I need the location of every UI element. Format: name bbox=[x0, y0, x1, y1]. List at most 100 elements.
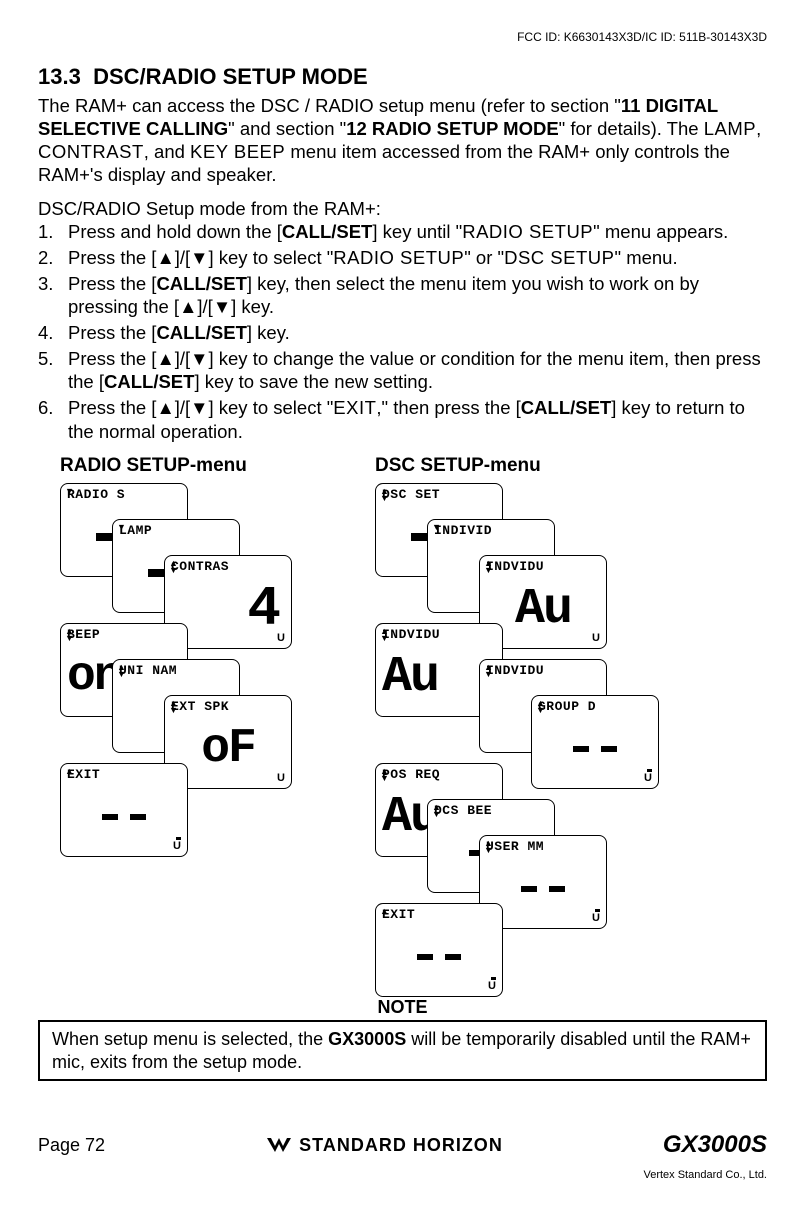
lcd-label: RADIO S bbox=[61, 484, 187, 502]
t: Press the [ bbox=[68, 247, 156, 268]
step-text: Press the [CALL/SET] key, then select th… bbox=[68, 272, 767, 319]
lcd-text: CONTRAST bbox=[38, 141, 144, 162]
brand-text: STANDARD HORIZON bbox=[299, 1135, 503, 1156]
t: ] key until " bbox=[372, 221, 462, 242]
text: " and section " bbox=[228, 118, 346, 139]
t: " menu. bbox=[614, 247, 677, 268]
down-icon: ▼ bbox=[190, 247, 208, 268]
lcd-label: EXT SPK bbox=[165, 696, 291, 714]
step-num: 1. bbox=[38, 220, 68, 244]
step-3: 3. Press the [CALL/SET] key, then select… bbox=[38, 272, 767, 319]
radio-lcd-area: ▼ RADIO S ▼ LAMP ▲▼ CONTRAS 4 U ▲▼ bbox=[60, 483, 335, 883]
down-icon: ▼ bbox=[213, 296, 231, 317]
step-6: 6. Press the [▲]/[▼] key to select "EXIT… bbox=[38, 396, 767, 443]
key-bold: CALL/SET bbox=[282, 221, 372, 242]
lcd-exit-dsc: ▲ EXIT U bbox=[375, 903, 503, 997]
t: ] key. bbox=[231, 296, 274, 317]
step-1: 1. Press and hold down the [CALL/SET] ke… bbox=[38, 220, 767, 244]
lcd-label: DCS BEE bbox=[428, 800, 554, 818]
t: " menu appears. bbox=[593, 221, 728, 242]
lcd-label: INDVIDU bbox=[376, 624, 502, 642]
step-num: 6. bbox=[38, 396, 68, 443]
arrow-icon: ▲▼ bbox=[380, 768, 389, 782]
lcd-exit: ▲ EXIT U bbox=[60, 763, 188, 857]
t: ]/[ bbox=[197, 296, 212, 317]
text: " for details). The bbox=[559, 118, 704, 139]
lcd-text: LAMP bbox=[704, 118, 756, 139]
lcd-label: CONTRAS bbox=[165, 556, 291, 574]
arrow-icon: ▲ bbox=[65, 768, 74, 775]
note-label: NOTE bbox=[38, 997, 767, 1018]
u-indicator: U bbox=[173, 840, 181, 852]
t: ] key. bbox=[247, 322, 290, 343]
t: ," then press the [ bbox=[376, 397, 520, 418]
up-icon: ▲ bbox=[179, 296, 197, 317]
section-number: 13.3 bbox=[38, 64, 81, 89]
t: ] key to select " bbox=[208, 247, 333, 268]
dsc-lcd-area: ▲▼ DSC SET ▼ INDIVID ▲▼ INDVIDU Au U ▲▼ bbox=[375, 483, 715, 993]
t: Press the [ bbox=[68, 322, 156, 343]
lcd-group-d: ▲▼ GROUP D U bbox=[531, 695, 659, 789]
lcd-text: KEY BEEP bbox=[190, 141, 285, 162]
arrow-icon: ▲▼ bbox=[380, 488, 389, 502]
step-text: Press the [▲]/[▼] key to select "RADIO S… bbox=[68, 246, 767, 270]
text: , bbox=[756, 118, 761, 139]
lcd-label: UNI NAM bbox=[113, 660, 239, 678]
lcd-big bbox=[382, 926, 496, 988]
arrow-icon: ▲▼ bbox=[484, 560, 493, 574]
lcd-big: 4 bbox=[171, 578, 285, 640]
page: FCC ID: K6630143X3D/IC ID: 511B-30143X3D… bbox=[0, 0, 805, 1201]
u-indicator: U bbox=[277, 772, 285, 784]
lcd-label: INDVIDU bbox=[480, 556, 606, 574]
dsc-menu-title: DSC SETUP-menu bbox=[375, 455, 715, 477]
radio-menu-title: RADIO SETUP-menu bbox=[60, 455, 335, 477]
up-icon: ▲ bbox=[156, 397, 174, 418]
lcd-label: BEEP bbox=[61, 624, 187, 642]
step-num: 4. bbox=[38, 321, 68, 345]
text: , and bbox=[144, 141, 190, 162]
fcc-id: FCC ID: K6630143X3D/IC ID: 511B-30143X3D bbox=[38, 30, 767, 44]
arrow-icon: ▼ bbox=[432, 524, 441, 531]
t: Press the [ bbox=[68, 348, 156, 369]
lcd-label: INDIVID bbox=[428, 520, 554, 538]
page-number: Page 72 bbox=[38, 1135, 105, 1156]
arrow-icon: ▲▼ bbox=[432, 804, 441, 818]
up-icon: ▲ bbox=[156, 247, 174, 268]
lcd-big bbox=[486, 858, 600, 920]
t: ]/[ bbox=[175, 397, 190, 418]
step-num: 5. bbox=[38, 347, 68, 394]
logo-icon bbox=[265, 1136, 293, 1154]
step-2: 2. Press the [▲]/[▼] key to select "RADI… bbox=[38, 246, 767, 270]
step-5: 5. Press the [▲]/[▼] key to change the v… bbox=[38, 347, 767, 394]
step-num: 2. bbox=[38, 246, 68, 270]
down-icon: ▼ bbox=[190, 397, 208, 418]
key-bold: CALL/SET bbox=[156, 322, 246, 343]
lcd-big bbox=[67, 786, 181, 848]
u-indicator: U bbox=[277, 632, 285, 644]
key-bold: CALL/SET bbox=[521, 397, 611, 418]
step-text: Press and hold down the [CALL/SET] key u… bbox=[68, 220, 767, 244]
step-num: 3. bbox=[38, 272, 68, 319]
t: " or " bbox=[464, 247, 504, 268]
lcd-label: INDVIDU bbox=[480, 660, 606, 678]
lcd-label: DSC SET bbox=[376, 484, 502, 502]
lcd-text: RADIO SETUP bbox=[333, 247, 464, 268]
model-number: GX3000S bbox=[663, 1131, 767, 1159]
lcd-text: EXIT bbox=[333, 397, 376, 418]
u-indicator: U bbox=[592, 912, 600, 924]
t: Press and hold down the [ bbox=[68, 221, 282, 242]
u-indicator: U bbox=[644, 772, 652, 784]
menus-row: RADIO SETUP-menu ▼ RADIO S ▼ LAMP ▲▼ CON… bbox=[38, 455, 767, 993]
lcd-label: EXIT bbox=[376, 904, 502, 922]
up-icon: ▲ bbox=[156, 348, 174, 369]
arrow-icon: ▼ bbox=[65, 488, 74, 495]
t: ]/[ bbox=[175, 247, 190, 268]
text: The RAM+ can access the DSC / RADIO setu… bbox=[38, 95, 621, 116]
arrow-icon: ▲▼ bbox=[117, 664, 126, 678]
lcd-label: USER MM bbox=[480, 836, 606, 854]
procedure-lead: DSC/RADIO Setup mode from the RAM+: bbox=[38, 197, 767, 221]
arrow-icon: ▲▼ bbox=[169, 700, 178, 714]
note-bold: GX3000S bbox=[328, 1029, 406, 1049]
arrow-icon: ▼ bbox=[117, 524, 126, 531]
lcd-big bbox=[538, 718, 652, 780]
